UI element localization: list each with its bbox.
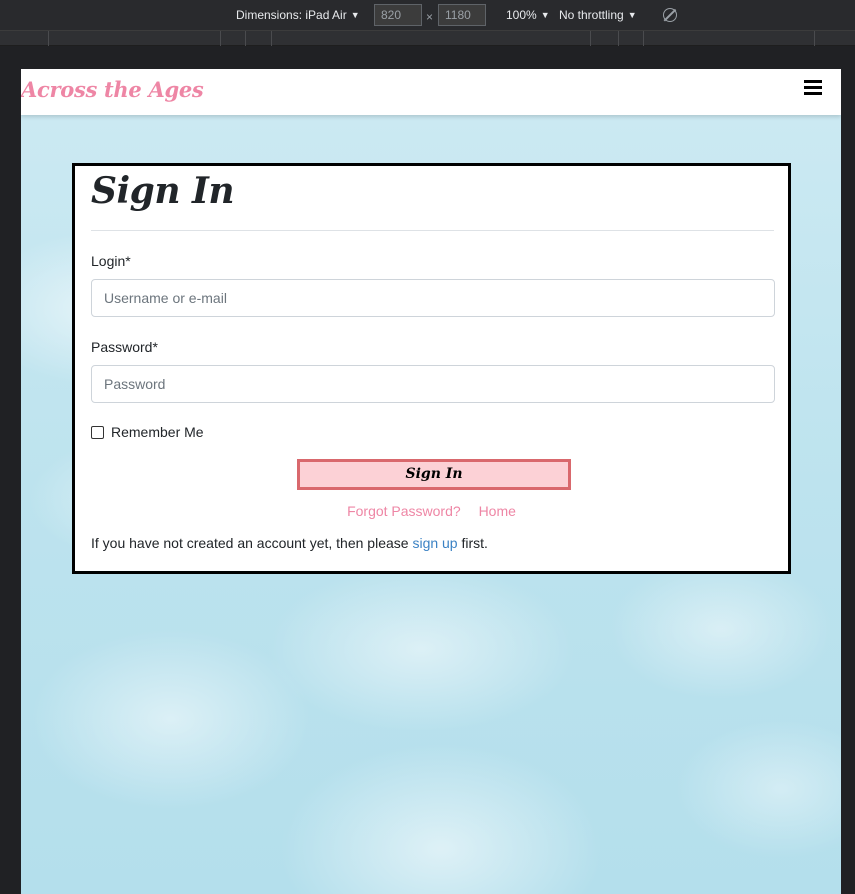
height-input[interactable]: 1180 (438, 4, 486, 26)
signup-prompt-suffix: first. (461, 535, 488, 551)
remember-me-row: Remember Me (91, 424, 204, 440)
remember-me-checkbox[interactable] (91, 425, 104, 439)
page-viewport: Across the Ages Sign In Login* Username … (21, 69, 841, 894)
ruler-segment[interactable] (48, 31, 49, 46)
ruler-segment[interactable] (590, 31, 591, 46)
hamburger-icon[interactable] (804, 80, 822, 95)
password-label: Password* (91, 339, 158, 355)
ruler-segment[interactable] (814, 31, 815, 46)
ruler-segment[interactable] (220, 31, 221, 46)
throttling-label: No throttling (559, 8, 624, 22)
signup-prompt: If you have not created an account yet, … (91, 535, 488, 551)
forgot-password-link[interactable]: Forgot Password? (347, 503, 461, 519)
times-sign: × (426, 10, 434, 24)
chevron-down-icon: ▼ (627, 10, 637, 20)
ruler-segment[interactable] (643, 31, 644, 46)
brand-logo[interactable]: Across the Ages (21, 77, 204, 102)
media-query-ruler (0, 31, 855, 46)
width-input[interactable]: 820 (374, 4, 422, 26)
ruler-segment[interactable] (618, 31, 619, 46)
sign-in-button[interactable]: Sign In (297, 459, 571, 490)
chevron-down-icon: ▼ (540, 10, 550, 20)
remember-me-label[interactable]: Remember Me (111, 424, 204, 440)
device-dimensions-label: Dimensions: iPad Air (236, 8, 347, 22)
login-label: Login* (91, 253, 131, 269)
title-divider (91, 230, 774, 231)
page-title: Sign In (91, 170, 235, 212)
sign-up-link[interactable]: sign up (412, 535, 457, 551)
rotate-icon[interactable] (663, 8, 677, 22)
password-input[interactable]: Password (91, 365, 775, 403)
ruler-segment[interactable] (245, 31, 246, 46)
home-link[interactable]: Home (479, 503, 516, 519)
signup-prompt-prefix: If you have not created an account yet, … (91, 535, 409, 551)
secondary-links: Forgot Password? Home (75, 503, 788, 519)
login-input[interactable]: Username or e-mail (91, 279, 775, 317)
zoom-label: 100% (506, 8, 537, 22)
device-dimensions-dropdown[interactable]: Dimensions: iPad Air ▼ (236, 0, 360, 31)
zoom-dropdown[interactable]: 100% ▼ (506, 0, 550, 31)
navbar: Across the Ages (21, 69, 841, 115)
devtools-device-toolbar: Dimensions: iPad Air ▼ 820 × 1180 100% ▼ N… (0, 0, 855, 31)
throttling-dropdown[interactable]: No throttling ▼ (559, 0, 637, 31)
ruler-segment[interactable] (271, 31, 272, 46)
chevron-down-icon: ▼ (350, 10, 360, 20)
signin-card: Sign In Login* Username or e-mail Passwo… (72, 163, 791, 574)
